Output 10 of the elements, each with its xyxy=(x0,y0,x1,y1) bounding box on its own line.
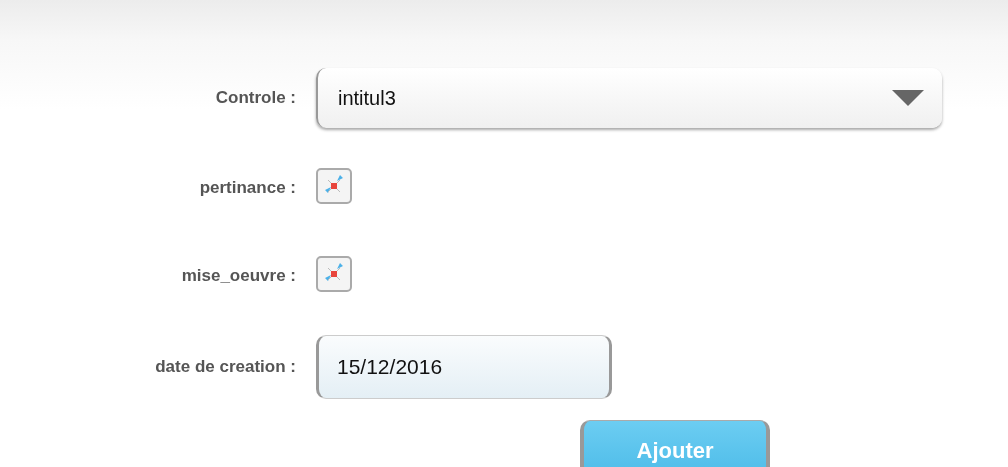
select-value: intitul3 xyxy=(338,86,396,110)
field-label: date de creation : xyxy=(154,357,296,377)
field-label: mise_oeuvre : xyxy=(180,266,296,286)
field-label: pertinance : xyxy=(198,178,296,198)
caret-icon xyxy=(892,90,924,106)
field-label: Controle : xyxy=(214,88,296,108)
broken-image-icon xyxy=(316,256,352,292)
date-field[interactable]: 15/12/2016 xyxy=(316,335,612,399)
broken-image-icon xyxy=(316,168,352,204)
controle-select[interactable]: intitul3 xyxy=(316,68,942,128)
